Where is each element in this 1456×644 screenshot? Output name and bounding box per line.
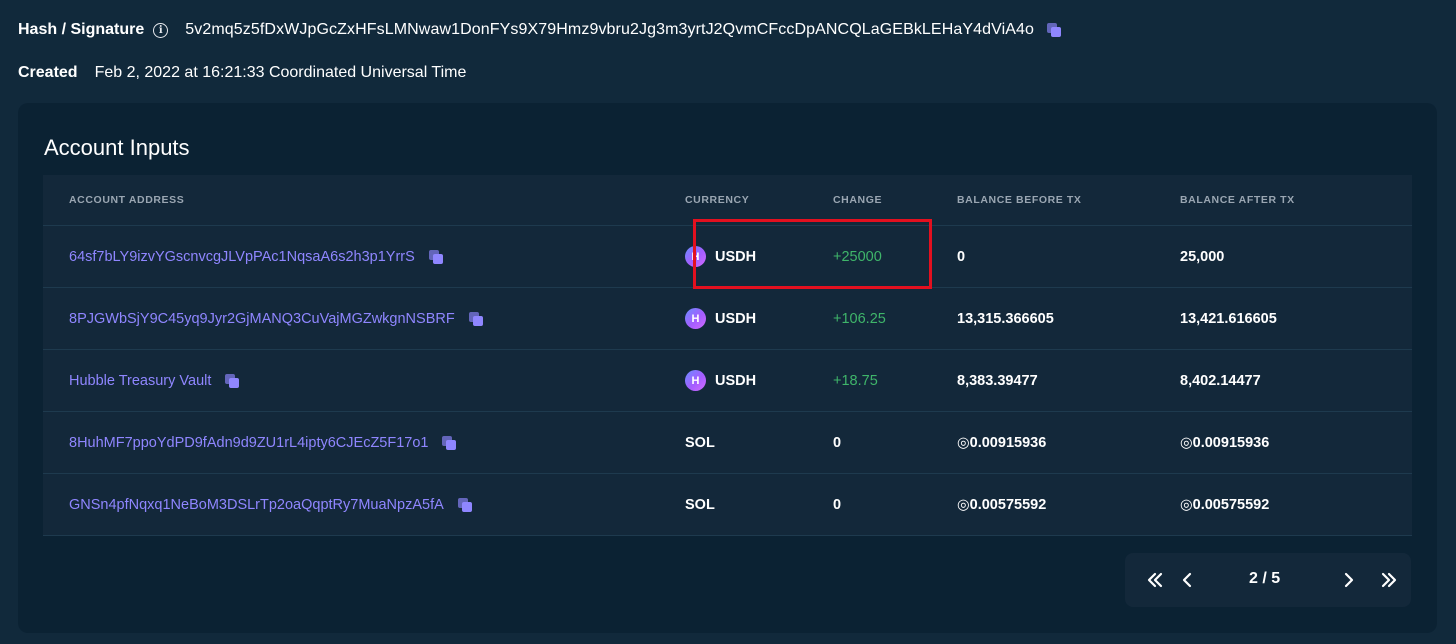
- column-header-currency: CURRENCY: [685, 194, 750, 206]
- balance-after-value: ◎0.00915936: [1180, 434, 1270, 451]
- account-address-cell: GNSn4pfNqxq1NeBoM3DSLrTp2oaQqptRy7MuaNpz…: [43, 497, 685, 513]
- account-address-link[interactable]: Hubble Treasury Vault: [69, 373, 211, 389]
- first-page-icon[interactable]: [1135, 553, 1175, 607]
- balance-after-value: 8,402.14477: [1180, 372, 1261, 389]
- change-value: +18.75: [833, 372, 878, 389]
- info-icon[interactable]: i: [153, 22, 169, 38]
- usdh-token-icon: H: [685, 370, 706, 391]
- copy-icon[interactable]: [428, 249, 444, 265]
- account-address-link[interactable]: 8PJGWbSjY9C45yq9Jyr2GjMANQ3CuVajMGZwkgnN…: [69, 311, 455, 327]
- currency-cell: SOL: [685, 497, 833, 513]
- hash-value: 5v2mq5z5fDxWJpGcZxHFsLMNwaw1DonFYs9X79Hm…: [185, 21, 1035, 38]
- balance-before-value: 0: [957, 248, 966, 265]
- pagination: 2 / 5: [1125, 553, 1411, 607]
- balance-before-value: ◎0.00915936: [957, 434, 1047, 451]
- table-row: 64sf7bLY9izvYGscnvcgJLVpPAc1NqsaA6s2h3p1…: [43, 226, 1412, 288]
- change-value: 0: [833, 496, 842, 513]
- balance-before-value: ◎0.00575592: [957, 496, 1047, 513]
- balance-after-value: ◎0.00575592: [1180, 496, 1270, 513]
- account-address-cell: 64sf7bLY9izvYGscnvcgJLVpPAc1NqsaA6s2h3p1…: [43, 249, 685, 265]
- column-header-balance-before: BALANCE BEFORE TX: [957, 194, 1082, 206]
- column-header-change: CHANGE: [833, 194, 883, 206]
- created-row: Created Feb 2, 2022 at 16:21:33 Coordina…: [18, 64, 466, 82]
- hash-label: Hash / Signature: [18, 21, 145, 38]
- balance-after-value: 25,000: [1180, 248, 1225, 265]
- table-row: Hubble Treasury Vault H USDH +18.75 8,383.39…: [43, 350, 1412, 412]
- copy-icon[interactable]: [224, 373, 240, 389]
- currency-cell: H USDH: [685, 370, 833, 391]
- currency-name: SOL: [685, 434, 715, 451]
- table-row: 8PJGWbSjY9C45yq9Jyr2GjMANQ3CuVajMGZwkgnN…: [43, 288, 1412, 350]
- copy-icon[interactable]: [1046, 22, 1062, 38]
- currency-cell: H USDH: [685, 308, 833, 329]
- next-page-icon[interactable]: [1337, 553, 1361, 607]
- account-address-cell: 8HuhMF7ppoYdPD9fAdn9d9ZU1rL4ipty6CJEcZ5F…: [43, 435, 685, 451]
- copy-icon[interactable]: [457, 497, 473, 513]
- usdh-token-icon: H: [685, 308, 706, 329]
- balance-before-value: 8,383.39477: [957, 372, 1038, 389]
- currency-name: USDH: [715, 372, 757, 389]
- balance-before-value: 13,315.366605: [957, 310, 1054, 327]
- table-row: 8HuhMF7ppoYdPD9fAdn9d9ZU1rL4ipty6CJEcZ5F…: [43, 412, 1412, 474]
- created-value: Feb 2, 2022 at 16:21:33 Coordinated Univ…: [94, 64, 467, 81]
- account-address-link[interactable]: GNSn4pfNqxq1NeBoM3DSLrTp2oaQqptRy7MuaNpz…: [69, 497, 444, 513]
- currency-name: SOL: [685, 496, 715, 513]
- change-value: +106.25: [833, 310, 886, 327]
- column-header-balance-after: BALANCE AFTER TX: [1180, 194, 1295, 206]
- last-page-icon[interactable]: [1369, 553, 1409, 607]
- prev-page-icon[interactable]: [1175, 553, 1199, 607]
- created-label: Created: [18, 64, 78, 81]
- currency-name: USDH: [715, 248, 757, 265]
- page-indicator: 2 / 5: [1249, 570, 1281, 587]
- account-address-cell: Hubble Treasury Vault: [43, 373, 685, 389]
- account-address-link[interactable]: 8HuhMF7ppoYdPD9fAdn9d9ZU1rL4ipty6CJEcZ5F…: [69, 435, 428, 451]
- copy-icon[interactable]: [441, 435, 457, 451]
- currency-cell: H USDH: [685, 246, 833, 267]
- usdh-token-icon: H: [685, 246, 706, 267]
- copy-icon[interactable]: [468, 311, 484, 327]
- currency-name: USDH: [715, 310, 757, 327]
- account-address-cell: 8PJGWbSjY9C45yq9Jyr2GjMANQ3CuVajMGZwkgnN…: [43, 311, 685, 327]
- currency-cell: SOL: [685, 435, 833, 451]
- change-value: +25000: [833, 248, 882, 265]
- table-row: GNSn4pfNqxq1NeBoM3DSLrTp2oaQqptRy7MuaNpz…: [43, 474, 1412, 536]
- change-value: 0: [833, 434, 842, 451]
- balance-after-value: 13,421.616605: [1180, 310, 1277, 327]
- account-address-link[interactable]: 64sf7bLY9izvYGscnvcgJLVpPAc1NqsaA6s2h3p1…: [69, 249, 415, 265]
- hash-row: Hash / Signature i 5v2mq5z5fDxWJpGcZxHFs…: [18, 21, 1062, 39]
- table-header: ACCOUNT ADDRESS CURRENCY CHANGE BALANCE …: [43, 175, 1412, 226]
- account-inputs-title: Account Inputs: [44, 135, 190, 160]
- account-inputs-table: ACCOUNT ADDRESS CURRENCY CHANGE BALANCE …: [43, 175, 1412, 536]
- column-header-account-address: ACCOUNT ADDRESS: [69, 194, 185, 206]
